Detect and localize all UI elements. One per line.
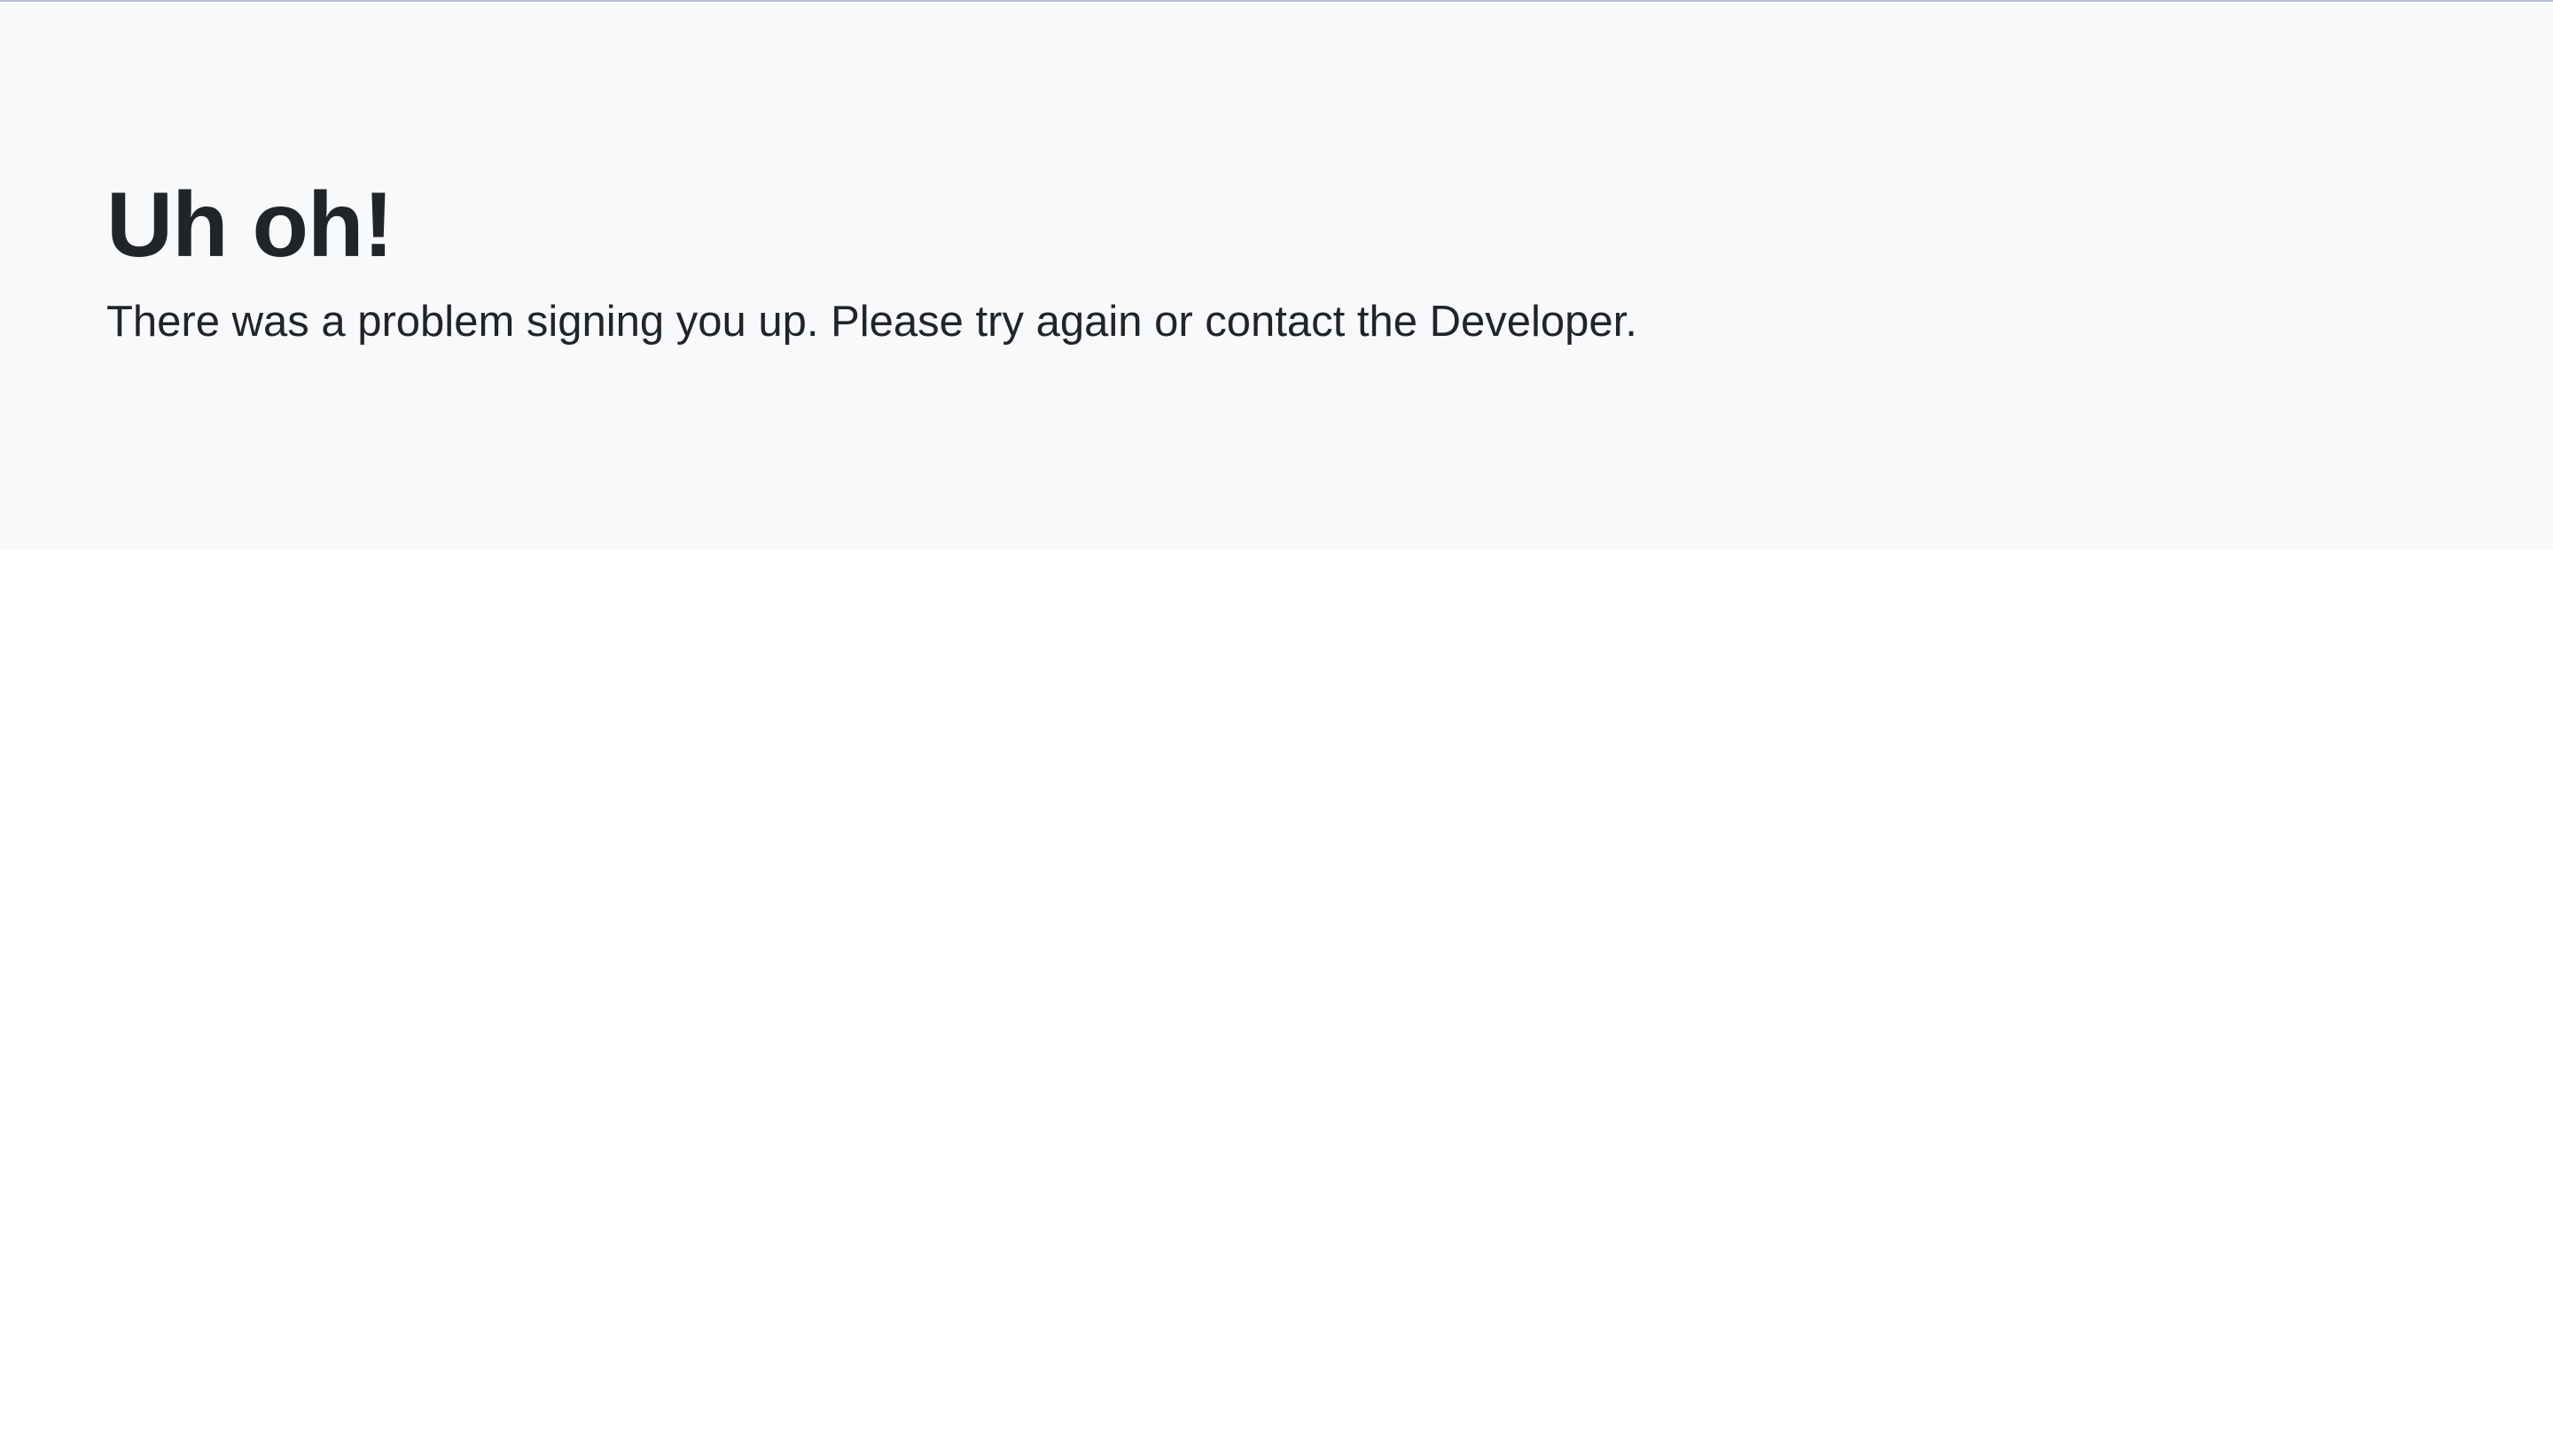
error-message: There was a problem signing you up. Plea… [106, 298, 1637, 346]
error-jumbotron: Uh oh! There was a problem signing you u… [0, 2, 2553, 549]
page: Uh oh! There was a problem signing you u… [0, 0, 2553, 1456]
error-title: Uh oh! [106, 174, 394, 276]
